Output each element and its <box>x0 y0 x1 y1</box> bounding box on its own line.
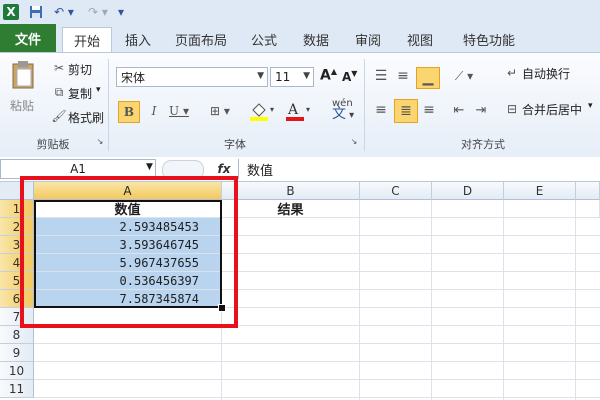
gridline <box>503 218 504 400</box>
font-name-value: 宋体 <box>121 70 146 85</box>
italic-button[interactable]: I <box>144 101 164 121</box>
row-header[interactable]: 10 <box>0 362 34 380</box>
row-header[interactable]: 9 <box>0 344 34 362</box>
name-box-dropdown-icon[interactable]: ▼ <box>146 162 153 172</box>
ribbon-tabs: 文件 开始 插入 页面布局 公式 数据 审阅 视图 特色功能 <box>0 24 600 52</box>
svg-text:▾: ▾ <box>270 105 274 114</box>
tab-view[interactable]: 视图 <box>400 27 440 51</box>
align-center-icon[interactable]: ≣ <box>394 99 418 123</box>
excel-window: X ↶ ▾ ↷ ▾ ▾ 文件 开始 插入 页面布局 公式 数据 审阅 视图 特色… <box>0 0 600 400</box>
orientation-icon[interactable]: ⟋ ▾ <box>450 67 478 85</box>
alignment-group-label: 对齐方式 <box>461 138 505 151</box>
gridline <box>575 218 576 400</box>
name-box-value: A1 <box>70 162 86 176</box>
phonetic-icon[interactable]: wén 文 ▾ <box>332 99 354 122</box>
paste-button[interactable]: 粘贴 <box>10 97 34 114</box>
font-group-label: 字体 <box>224 138 246 151</box>
row-header[interactable]: 11 <box>0 380 34 398</box>
copy-dropdown-icon[interactable]: ▾ <box>96 85 101 95</box>
wrap-text-button[interactable]: 自动换行 <box>522 65 570 82</box>
font-launcher-icon[interactable]: ↘ <box>350 137 358 146</box>
tab-file[interactable]: 文件 <box>0 24 56 52</box>
undo-icon[interactable]: ↶ ▾ <box>50 3 78 21</box>
divider <box>364 59 365 151</box>
column-header-f[interactable] <box>576 182 600 200</box>
grow-font-icon[interactable]: A▲ <box>320 67 337 84</box>
tab-formulas[interactable]: 公式 <box>244 27 284 51</box>
chevron-down-icon: ▼ <box>303 71 310 81</box>
paste-icon[interactable] <box>8 59 38 91</box>
cell[interactable] <box>360 200 432 218</box>
tab-page-layout[interactable]: 页面布局 <box>168 27 234 51</box>
svg-text:▾: ▾ <box>306 105 310 114</box>
align-middle-icon[interactable]: ≡ <box>394 67 412 85</box>
column-header-c[interactable]: C <box>360 182 432 200</box>
increase-indent-icon[interactable]: ⇥ <box>472 101 490 119</box>
phonetic-glyph: 文 <box>332 106 346 122</box>
quick-access-toolbar: X ↶ ▾ ↷ ▾ ▾ <box>0 0 600 25</box>
excel-logo: X <box>3 4 19 20</box>
excel-logo-icon: X <box>3 3 19 21</box>
tab-special[interactable]: 特色功能 <box>452 27 526 51</box>
tab-insert[interactable]: 插入 <box>116 27 160 51</box>
shrink-font-icon[interactable]: A▼ <box>342 69 357 84</box>
copy-icon: ⧉ <box>54 84 64 99</box>
divider <box>108 59 109 151</box>
cell[interactable] <box>432 200 504 218</box>
gridline <box>431 218 432 400</box>
save-icon[interactable] <box>28 3 44 21</box>
formula-input[interactable]: 数值 <box>238 159 600 179</box>
cell[interactable] <box>576 200 600 218</box>
borders-icon[interactable]: ⊞ ▾ <box>206 101 234 121</box>
cut-button[interactable]: 剪切 <box>68 61 92 78</box>
font-size-combo[interactable]: 11 ▼ <box>270 67 314 87</box>
tab-data[interactable]: 数据 <box>296 27 336 51</box>
fill-color-icon[interactable]: ▾ <box>248 99 278 123</box>
ribbon: 粘贴 ✂ 剪切 ⧉ 复制 ▾ 🖌 格式刷 剪贴板 ↘ 宋体 ▼ 11 ▼ A▲ A▼… <box>0 52 600 158</box>
copy-button[interactable]: 复制 <box>68 85 92 102</box>
row-header[interactable]: 8 <box>0 326 34 344</box>
font-name-combo[interactable]: 宋体 ▼ <box>116 67 268 87</box>
highlight-annotation <box>20 176 238 328</box>
align-top-icon[interactable]: ☰ <box>372 67 390 85</box>
wrap-text-icon: ↵ <box>506 66 518 80</box>
gridline <box>359 218 360 400</box>
merge-center-icon: ⊟ <box>506 102 518 116</box>
clipboard-launcher-icon[interactable]: ↘ <box>96 137 104 146</box>
align-right-icon[interactable]: ≡ <box>420 101 438 119</box>
decrease-indent-icon[interactable]: ⇤ <box>450 101 468 119</box>
underline-button[interactable]: U ▾ <box>166 101 192 121</box>
format-painter-button[interactable]: 格式刷 <box>68 109 104 126</box>
align-left-icon[interactable]: ≡ <box>372 101 390 119</box>
chevron-down-icon: ▼ <box>257 71 264 81</box>
column-header-b[interactable]: B <box>222 182 360 200</box>
font-size-value: 11 <box>275 70 291 84</box>
merge-dropdown-icon[interactable]: ▾ <box>588 101 593 111</box>
cell[interactable] <box>504 200 576 218</box>
font-color-icon[interactable]: A ▾ <box>284 99 314 123</box>
format-painter-icon: 🖌 <box>51 109 67 123</box>
merge-center-button[interactable]: 合并后居中 <box>522 101 582 118</box>
column-header-e[interactable]: E <box>504 182 576 200</box>
scissors-icon: ✂ <box>53 61 65 75</box>
tab-home[interactable]: 开始 <box>62 27 112 52</box>
cell-b1[interactable]: 结果 <box>222 200 360 218</box>
tab-review[interactable]: 审阅 <box>348 27 388 51</box>
customize-toolbar-icon[interactable]: ▾ <box>116 3 126 21</box>
bold-button[interactable]: B <box>118 101 140 123</box>
svg-text:A: A <box>287 102 299 118</box>
clipboard-group-label: 剪贴板 <box>36 138 70 151</box>
align-bottom-icon[interactable]: ▁ <box>416 67 440 89</box>
redo-icon[interactable]: ↷ ▾ <box>84 3 112 21</box>
column-header-d[interactable]: D <box>432 182 504 200</box>
